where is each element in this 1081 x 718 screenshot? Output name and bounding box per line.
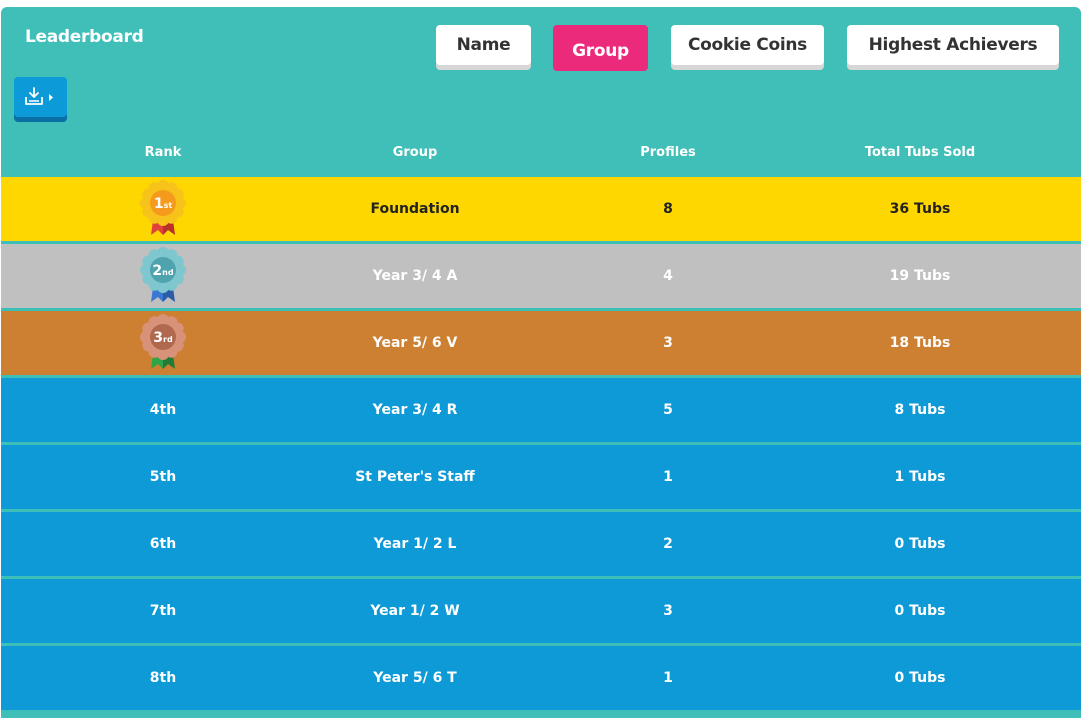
column-header-rank: Rank: [144, 145, 182, 160]
rank-cell: 5th: [149, 469, 177, 485]
table-row: 3rd Year 5/ 6 V 3 18 Tubs: [1, 311, 1081, 378]
profiles-cell: 1: [663, 670, 673, 686]
medal-rank-suffix: rd: [163, 335, 173, 344]
medal-rank-number: 1: [154, 196, 164, 212]
leaderboard-table: 1st Foundation 8 36 Tubs 2nd Year 3/ 4 A41…: [1, 177, 1081, 713]
table-row: 7th Year 1/ 2 W 3 0 Tubs: [1, 579, 1081, 646]
group-cell: Year 5/ 6 V: [372, 335, 458, 351]
tubs-cell: 18 Tubs: [889, 335, 951, 351]
group-cell: Year 3/ 4 R: [372, 402, 458, 418]
profiles-cell: 5: [663, 402, 673, 418]
tubs-cell: 0 Tubs: [894, 670, 946, 686]
tubs-cell: 8 Tubs: [894, 402, 946, 418]
export-button[interactable]: [14, 77, 67, 117]
table-header: Rank Group Profiles Total Tubs Sold: [1, 145, 1081, 167]
table-row: 2nd Year 3/ 4 A 4 19 Tubs: [1, 244, 1081, 311]
profiles-cell: 8: [663, 201, 673, 217]
tab-group[interactable]: Group: [553, 25, 648, 71]
column-header-group: Group: [392, 145, 438, 160]
table-row: 5th St Peter's Staff 1 1 Tubs: [1, 445, 1081, 512]
rank-cell: 4th: [149, 402, 177, 418]
medal-rank-suffix: nd: [162, 268, 174, 277]
medal-rank-suffix: st: [164, 201, 173, 210]
tab-cookie-coins[interactable]: Cookie Coins: [671, 25, 824, 65]
tubs-cell: 0 Tubs: [894, 603, 946, 619]
leaderboard-panel: Leaderboard Name Group Cookie Coins High…: [1, 7, 1081, 718]
profiles-cell: 2: [663, 536, 673, 552]
silver-medal-icon: 2nd: [139, 246, 187, 306]
rank-cell: 8th: [149, 670, 177, 686]
profiles-cell: 3: [663, 603, 673, 619]
download-tray-icon: [24, 87, 53, 105]
column-header-total-tubs: Total Tubs Sold: [864, 145, 976, 160]
group-cell: Foundation: [370, 201, 460, 217]
tubs-cell: 36 Tubs: [889, 201, 951, 217]
group-cell: Year 1/ 2 W: [370, 603, 460, 619]
group-cell: St Peter's Staff: [355, 469, 475, 485]
table-row: 6th Year 1/ 2 L 2 0 Tubs: [1, 512, 1081, 579]
profiles-cell: 4: [663, 268, 673, 284]
leaderboard-tabs: Name Group Cookie Coins Highest Achiever…: [1, 25, 1081, 75]
tubs-cell: 19 Tubs: [889, 268, 951, 284]
group-cell: Year 3/ 4 A: [372, 268, 458, 284]
tab-name[interactable]: Name: [436, 25, 531, 65]
table-row: 4th Year 3/ 4 R 5 8 Tubs: [1, 378, 1081, 445]
rank-cell: 7th: [149, 603, 177, 619]
group-cell: Year 5/ 6 T: [373, 670, 457, 686]
group-cell: Year 1/ 2 L: [373, 536, 457, 552]
bronze-medal-icon: 3rd: [139, 313, 187, 373]
table-row: 1st Foundation 8 36 Tubs: [1, 177, 1081, 244]
tubs-cell: 1 Tubs: [894, 469, 946, 485]
medal-rank-number: 3: [153, 330, 163, 346]
profiles-cell: 3: [663, 335, 673, 351]
tubs-cell: 0 Tubs: [894, 536, 946, 552]
medal-rank-number: 2: [152, 263, 162, 279]
tab-highest-achievers[interactable]: Highest Achievers: [847, 25, 1059, 65]
profiles-cell: 1: [663, 469, 673, 485]
rank-cell: 6th: [149, 536, 177, 552]
gold-medal-icon: 1st: [139, 179, 187, 239]
table-row: 8th Year 5/ 6 T 1 0 Tubs: [1, 646, 1081, 713]
column-header-profiles: Profiles: [640, 145, 696, 160]
